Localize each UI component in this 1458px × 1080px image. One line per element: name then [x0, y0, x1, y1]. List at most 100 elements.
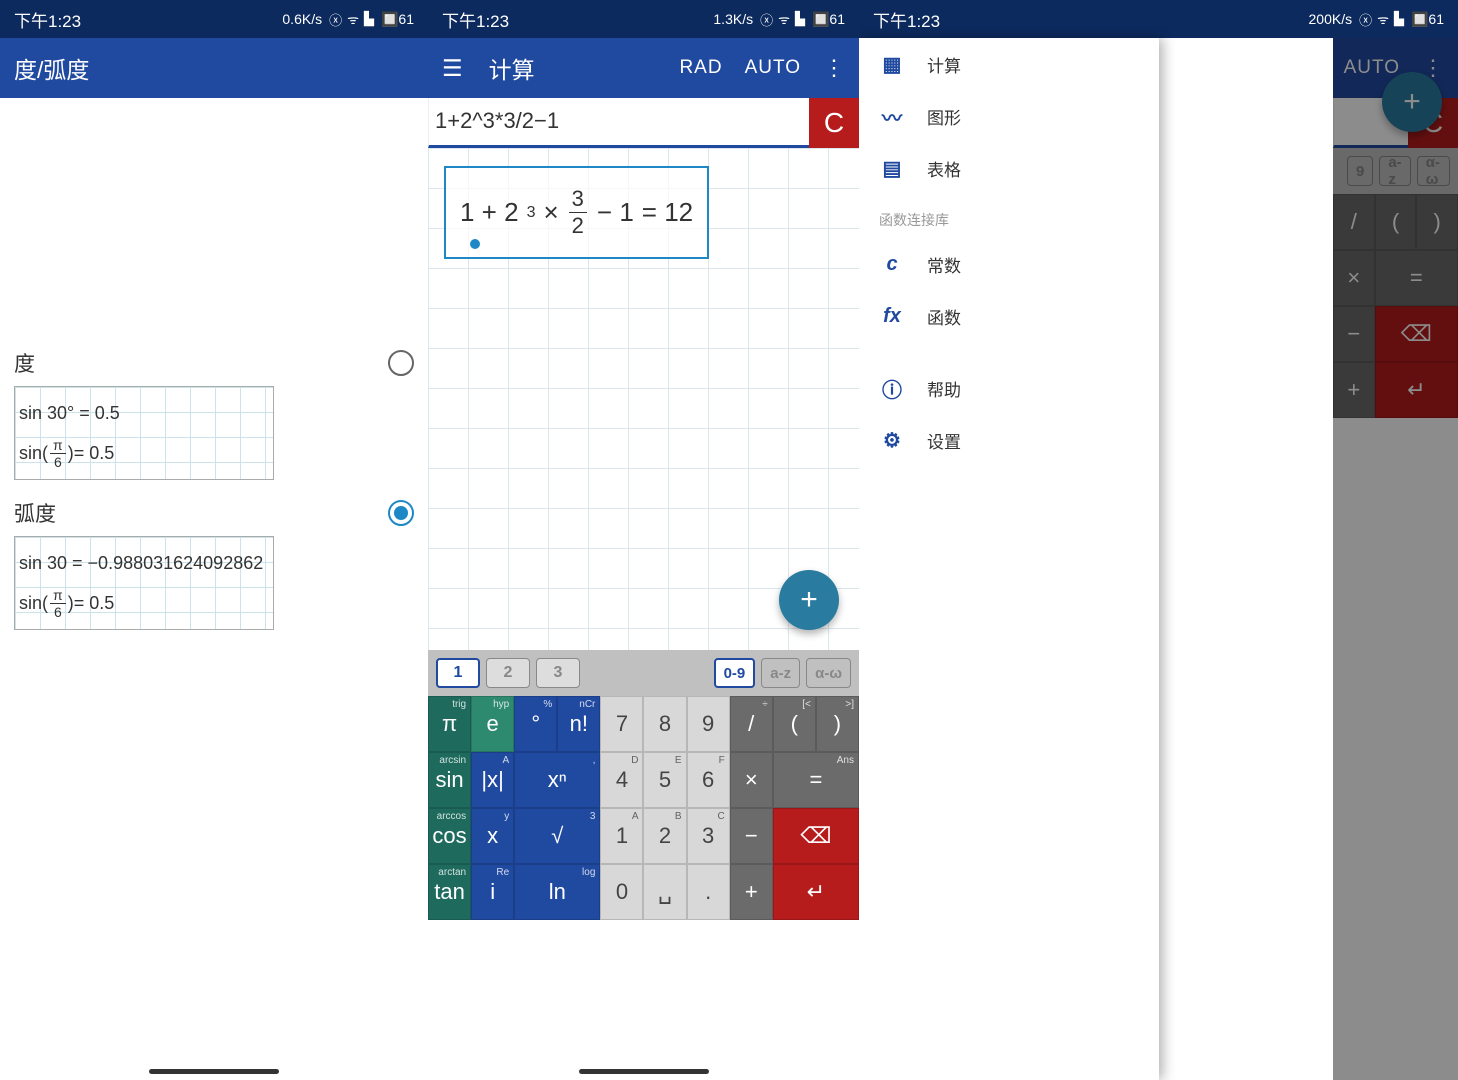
- option-degrees-label: 度: [14, 348, 35, 378]
- key-7[interactable]: 7: [600, 696, 643, 752]
- expr-part: 1 + 2: [460, 197, 519, 228]
- status-icons: 1.3K/s ⓧᯤ▙ 🔲61: [713, 10, 845, 29]
- result-box[interactable]: 1 + 2 3 × 32 − 1 = 12: [444, 166, 709, 259]
- settings-body: 度 sin 30° = 0.5 sin ( π6 ) = 0.5 弧度 sin …: [0, 348, 428, 1080]
- drawer-label: 图形: [927, 104, 961, 129]
- key-−[interactable]: −: [730, 808, 773, 864]
- key-/[interactable]: ÷/: [730, 696, 773, 752]
- rad-toggle[interactable]: RAD: [679, 57, 722, 79]
- drawer-label: 计算: [927, 52, 961, 77]
- key-cos[interactable]: arccoscos: [428, 808, 471, 864]
- kbd-tab-1[interactable]: 1: [436, 658, 480, 688]
- expr-part: ×: [543, 197, 558, 228]
- overflow-icon[interactable]: ⋮: [823, 55, 845, 81]
- auto-toggle[interactable]: AUTO: [745, 57, 801, 79]
- kbd-tab-2[interactable]: 2: [486, 658, 530, 688]
- clock: 下午1:23: [442, 7, 509, 32]
- battery-icon: 🔲61: [381, 11, 414, 28]
- example-radians: sin 30 = −0.988031624092862 sin ( π6 ) =…: [14, 536, 274, 630]
- calculation-canvas[interactable]: 1 + 2 3 × 32 − 1 = 12 +: [428, 148, 859, 650]
- key-.[interactable]: .: [687, 864, 730, 920]
- key-3[interactable]: C3: [687, 808, 730, 864]
- expr-part: − 1: [597, 197, 634, 228]
- signal-icons: ⓧᯤ▙: [329, 10, 374, 29]
- expr-exponent: 3: [527, 204, 536, 222]
- radio-radians[interactable]: [388, 500, 414, 526]
- status-bar: 下午1:23 1.3K/s ⓧᯤ▙ 🔲61: [428, 0, 859, 38]
- key-␣[interactable]: ␣: [643, 864, 686, 920]
- drawer-item-帮助[interactable]: ⓘ帮助: [859, 362, 1159, 414]
- phone-3-drawer: 下午1:23 200K/s ⓧᯤ▙ 🔲61 ▦计算〰图形▤表格 函数连接库 c常…: [859, 0, 1458, 1080]
- kbd-tab-3[interactable]: 3: [536, 658, 580, 688]
- key-x[interactable]: yx: [471, 808, 514, 864]
- drawer-item-常数[interactable]: c常数: [859, 238, 1159, 290]
- drawer-item-设置[interactable]: ⚙设置: [859, 414, 1159, 466]
- app-bar: ☰ 计算 RAD AUTO ⋮: [428, 38, 859, 98]
- kbd-mode-0-9[interactable]: 0-9: [714, 658, 756, 688]
- key-=[interactable]: Ans=: [773, 752, 859, 808]
- key-+[interactable]: +: [730, 864, 773, 920]
- expression-input[interactable]: 1+2^3*3/2−1: [428, 98, 809, 148]
- drawer-item-函数[interactable]: fx函数: [859, 290, 1159, 342]
- status-bar: 下午1:23 0.6K/s ⓧᯤ▙ 🔲61: [0, 0, 428, 38]
- kbd-mode-a-z[interactable]: a-z: [761, 658, 800, 688]
- key-ln[interactable]: logln: [514, 864, 600, 920]
- key-9[interactable]: 9: [687, 696, 730, 752]
- key-4[interactable]: D4: [600, 752, 643, 808]
- drawer-label: 设置: [927, 428, 961, 453]
- option-radians-label: 弧度: [14, 498, 56, 528]
- key-π[interactable]: trigπ: [428, 696, 471, 752]
- key-i[interactable]: Rei: [471, 864, 514, 920]
- battery-icon: 🔲61: [1411, 11, 1444, 28]
- key-e[interactable]: hype: [471, 696, 514, 752]
- key-([interactable]: [<(: [773, 696, 816, 752]
- key-tan[interactable]: arctantan: [428, 864, 471, 920]
- option-radians[interactable]: 弧度: [14, 498, 414, 528]
- drawer-section-header: 函数连接库: [859, 194, 1159, 238]
- key-°[interactable]: %°: [514, 696, 557, 752]
- key-×[interactable]: ×: [730, 752, 773, 808]
- key-↵[interactable]: ↵: [773, 864, 859, 920]
- key-sin[interactable]: arcsinsin: [428, 752, 471, 808]
- key-5[interactable]: E5: [643, 752, 686, 808]
- navigation-drawer: ▦计算〰图形▤表格 函数连接库 c常数fx函数 ⓘ帮助⚙设置: [859, 38, 1159, 1080]
- phone-1-degrees-radians: 下午1:23 0.6K/s ⓧᯤ▙ 🔲61 度/弧度 度 sin 30° = 0…: [0, 0, 428, 1080]
- clock: 下午1:23: [14, 7, 81, 32]
- add-fab[interactable]: +: [779, 570, 839, 630]
- signal-icons: ⓧᯤ▙: [760, 10, 805, 29]
- drawer-icon: ▦: [879, 51, 905, 77]
- key-2[interactable]: B2: [643, 808, 686, 864]
- signal-icons: ⓧᯤ▙: [1359, 10, 1404, 29]
- dimmed-background[interactable]: AUTO ⋮ C + 9 a-z α-ω /()×=−⌫+↵: [1333, 38, 1458, 1080]
- deg-example-2: sin ( π6 ) = 0.5: [19, 433, 269, 473]
- drawer-label: 帮助: [927, 376, 961, 401]
- kbd-mode-α-ω[interactable]: α-ω: [806, 658, 851, 688]
- clear-button[interactable]: C: [809, 98, 859, 148]
- drawer-label: 函数: [927, 304, 961, 329]
- menu-icon[interactable]: ☰: [442, 55, 463, 82]
- key-6[interactable]: F6: [687, 752, 730, 808]
- net-speed: 200K/s: [1309, 11, 1353, 27]
- drawer-label: 常数: [927, 252, 961, 277]
- pin-icon: [470, 239, 480, 249]
- radio-degrees[interactable]: [388, 350, 414, 376]
- key-n![interactable]: nCrn!: [557, 696, 600, 752]
- deg-example-1: sin 30° = 0.5: [19, 393, 269, 433]
- key-√[interactable]: 3√: [514, 808, 600, 864]
- nav-pill: [149, 1069, 279, 1074]
- nav-pill: [579, 1069, 709, 1074]
- key-0[interactable]: 0: [600, 864, 643, 920]
- drawer-item-图形[interactable]: 〰图形: [859, 90, 1159, 142]
- drawer-item-表格[interactable]: ▤表格: [859, 142, 1159, 194]
- key-xⁿ[interactable]: ,xⁿ: [514, 752, 600, 808]
- key-|x|[interactable]: A|x|: [471, 752, 514, 808]
- key-)[interactable]: >]): [816, 696, 859, 752]
- key-8[interactable]: 8: [643, 696, 686, 752]
- option-degrees[interactable]: 度: [14, 348, 414, 378]
- drawer-icon: 〰: [879, 103, 905, 129]
- app-bar: 度/弧度: [0, 38, 428, 98]
- drawer-item-计算[interactable]: ▦ 计算: [859, 38, 1159, 90]
- key-1[interactable]: A1: [600, 808, 643, 864]
- key-⌫[interactable]: ⌫: [773, 808, 859, 864]
- rad-example-1: sin 30 = −0.988031624092862: [19, 543, 269, 583]
